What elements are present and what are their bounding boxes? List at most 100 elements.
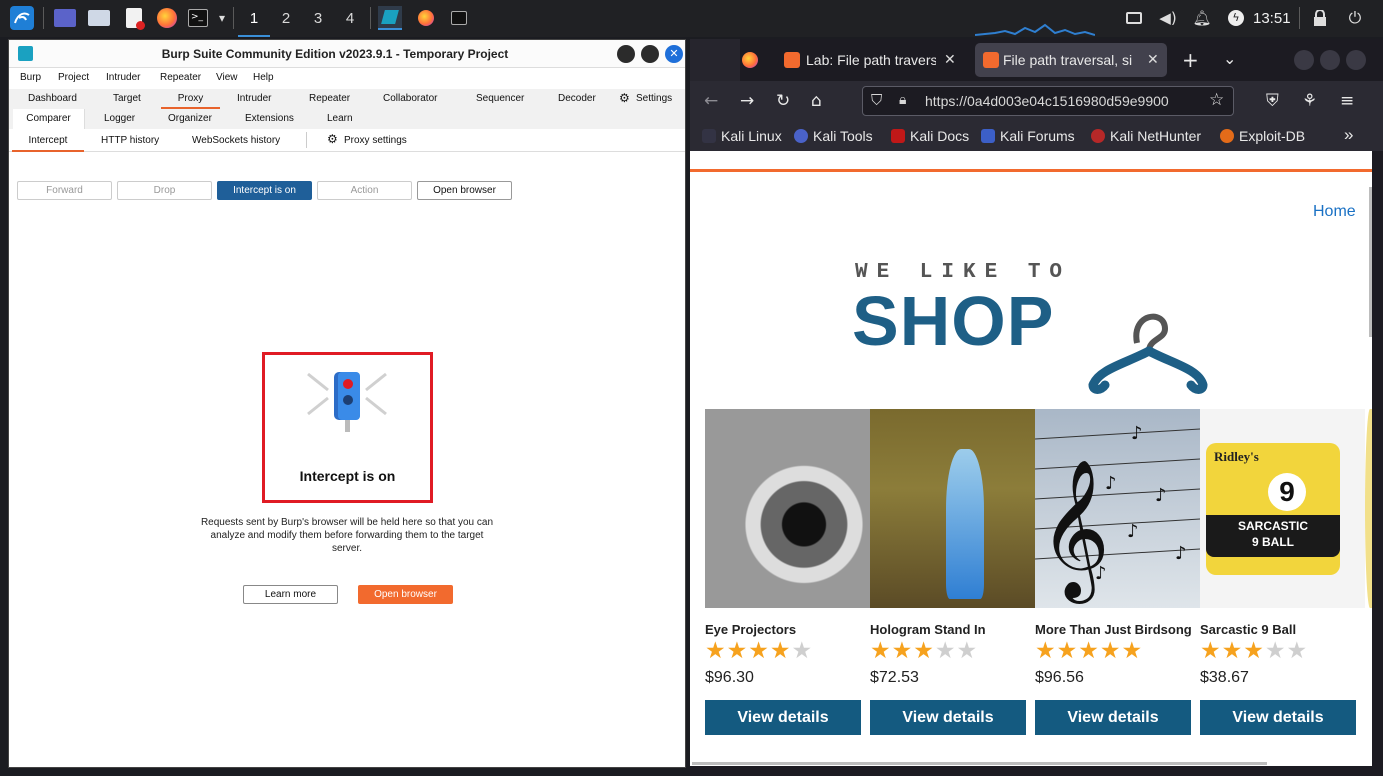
tab-organizer[interactable]: Organizer — [168, 113, 212, 124]
settings-link[interactable]: Settings — [636, 93, 672, 104]
tab-proxy[interactable]: Proxy — [161, 93, 220, 109]
vertical-scrollbar[interactable] — [1369, 187, 1372, 337]
view-details-button[interactable]: View details — [705, 700, 861, 735]
logout-icon[interactable]: ⏻ — [1343, 6, 1367, 30]
tab-dashboard[interactable]: Dashboard — [28, 93, 77, 104]
chevron-down-icon[interactable]: ▾ — [210, 6, 234, 30]
back-arrow-icon[interactable]: ← — [704, 91, 718, 111]
more-bookmarks-icon[interactable]: » — [1344, 125, 1353, 145]
tab-logger[interactable]: Logger — [104, 113, 135, 124]
tab-active[interactable]: File path traversal, simple case ✕ — [975, 43, 1167, 77]
tab-intruder[interactable]: Intruder — [237, 93, 271, 104]
product-image-eye[interactable] — [705, 409, 870, 608]
url-text[interactable]: https://0a4d003e04c1516980d59e9900 — [925, 93, 1169, 109]
shield-icon[interactable]: ⛉ — [871, 92, 882, 109]
horizontal-scrollbar[interactable] — [692, 762, 1267, 765]
bookmark-kali-docs[interactable]: Kali Docs — [891, 128, 969, 144]
desktop-icon[interactable] — [53, 6, 77, 30]
open-browser-cta-button[interactable]: Open browser — [358, 585, 453, 604]
tab-target[interactable]: Target — [113, 93, 141, 104]
learn-more-button[interactable]: Learn more — [243, 585, 338, 604]
bookmark-kali-forums[interactable]: Kali Forums — [981, 128, 1075, 144]
menu-view[interactable]: View — [216, 72, 238, 83]
new-tab-icon[interactable]: + — [1182, 48, 1199, 72]
workspace-4[interactable]: 4 — [334, 0, 366, 37]
bookmark-kali-nethunter[interactable]: Kali NetHunter — [1091, 128, 1201, 144]
product-price: $96.30 — [705, 669, 754, 686]
product-image-9ball[interactable]: Ridley's 9 SARCASTIC 9 BALL — [1200, 409, 1365, 608]
minimize-button[interactable] — [617, 45, 635, 63]
tab-learn[interactable]: Learn — [327, 113, 353, 124]
tab-lab[interactable]: Lab: File path traversal, simple case ✕ — [776, 43, 964, 77]
volume-icon[interactable]: ◀) — [1156, 6, 1180, 30]
tab-close-icon[interactable]: ✕ — [944, 51, 956, 68]
maximize-button[interactable] — [641, 45, 659, 63]
intercept-toggle-button[interactable]: Intercept is on — [217, 181, 312, 200]
hamburger-menu-icon[interactable]: ≡ — [1340, 91, 1354, 111]
terminal-taskbar-icon[interactable] — [447, 6, 471, 30]
firefox-pinned-tab[interactable] — [734, 43, 770, 77]
maximize-button[interactable] — [1320, 50, 1340, 70]
file-manager-icon[interactable] — [87, 6, 111, 30]
tab-sequencer[interactable]: Sequencer — [476, 93, 524, 104]
burp-taskbar-icon[interactable] — [378, 6, 402, 30]
terminal-icon[interactable]: >_ — [186, 6, 210, 30]
tab-list-chevron-icon[interactable]: ⌄ — [1223, 49, 1236, 68]
forward-button[interactable]: Forward — [17, 181, 112, 200]
view-details-button[interactable]: View details — [1200, 700, 1356, 735]
gear-icon[interactable]: ⚙ — [619, 91, 630, 105]
firefox-icon[interactable] — [155, 6, 179, 30]
proxy-settings-gear-icon[interactable]: ⚙ — [327, 132, 338, 146]
workspace-2[interactable]: 2 — [270, 0, 302, 37]
reload-icon[interactable]: ↻ — [776, 91, 790, 111]
product-image-birdsong[interactable]: 𝄞 ♪ ♪ ♪ ♪ ♪ ♪ — [1035, 409, 1200, 608]
menu-burp[interactable]: Burp — [20, 72, 41, 83]
minimize-button[interactable] — [1294, 50, 1314, 70]
close-button[interactable]: ✕ — [665, 45, 683, 63]
tab-collaborator[interactable]: Collaborator — [383, 93, 437, 104]
kali-dragon-backdrop — [690, 39, 740, 81]
action-button[interactable]: Action — [317, 181, 412, 200]
pocket-icon[interactable]: ⛨ — [1266, 91, 1279, 111]
proxy-subtabs: Intercept HTTP history WebSockets histor… — [9, 130, 685, 152]
view-details-button[interactable]: View details — [870, 700, 1026, 735]
home-icon[interactable]: ⌂ — [811, 91, 822, 111]
bookmark-kali-tools[interactable]: Kali Tools — [794, 128, 873, 144]
bookmark-exploit-db[interactable]: Exploit-DB — [1220, 128, 1305, 144]
tab-comparer[interactable]: Comparer — [13, 109, 85, 129]
view-details-button[interactable]: View details — [1035, 700, 1191, 735]
tab-extensions[interactable]: Extensions — [245, 113, 294, 124]
workspace-3[interactable]: 3 — [302, 0, 334, 37]
menu-project[interactable]: Project — [58, 72, 89, 83]
home-link[interactable]: Home — [1313, 203, 1356, 221]
bookmark-star-icon[interactable]: ☆ — [1209, 90, 1224, 110]
power-manager-icon[interactable]: ϟ — [1224, 6, 1248, 30]
url-bar[interactable]: ⛉ 🔒︎ https://0a4d003e04c1516980d59e9900 — [862, 86, 1234, 116]
padlock-icon[interactable]: 🔒︎ — [899, 91, 906, 108]
proxy-settings-link[interactable]: Proxy settings — [344, 135, 407, 146]
kali-menu-icon[interactable] — [10, 6, 34, 30]
firefox-taskbar-icon[interactable] — [414, 6, 438, 30]
lock-icon[interactable] — [1308, 6, 1332, 30]
bookmark-kali-linux[interactable]: Kali Linux — [702, 128, 782, 144]
close-button[interactable] — [1346, 50, 1366, 70]
workspace-1[interactable]: 1 — [238, 0, 270, 37]
tab-close-icon[interactable]: ✕ — [1147, 51, 1159, 68]
tab-decoder[interactable]: Decoder — [558, 93, 596, 104]
tab-repeater[interactable]: Repeater — [309, 93, 350, 104]
open-browser-button[interactable]: Open browser — [417, 181, 512, 200]
menu-help[interactable]: Help — [253, 72, 274, 83]
menu-intruder[interactable]: Intruder — [106, 72, 140, 83]
notification-bell-icon[interactable]: 🔔︎ — [1190, 6, 1214, 30]
extensions-icon[interactable]: ⚘ — [1302, 91, 1317, 111]
monitor-icon[interactable] — [1122, 6, 1146, 30]
product-image-hologram[interactable] — [870, 409, 1035, 608]
subtab-http-history[interactable]: HTTP history — [101, 135, 159, 146]
menu-repeater[interactable]: Repeater — [160, 72, 201, 83]
subtab-intercept[interactable]: Intercept — [12, 135, 84, 152]
subtab-websockets-history[interactable]: WebSockets history — [192, 135, 280, 146]
drop-button[interactable]: Drop — [117, 181, 212, 200]
text-editor-icon[interactable] — [122, 6, 146, 30]
burp-menubar: Burp Project Intruder Repeater View Help — [9, 69, 685, 87]
forward-arrow-icon[interactable]: → — [740, 91, 754, 111]
